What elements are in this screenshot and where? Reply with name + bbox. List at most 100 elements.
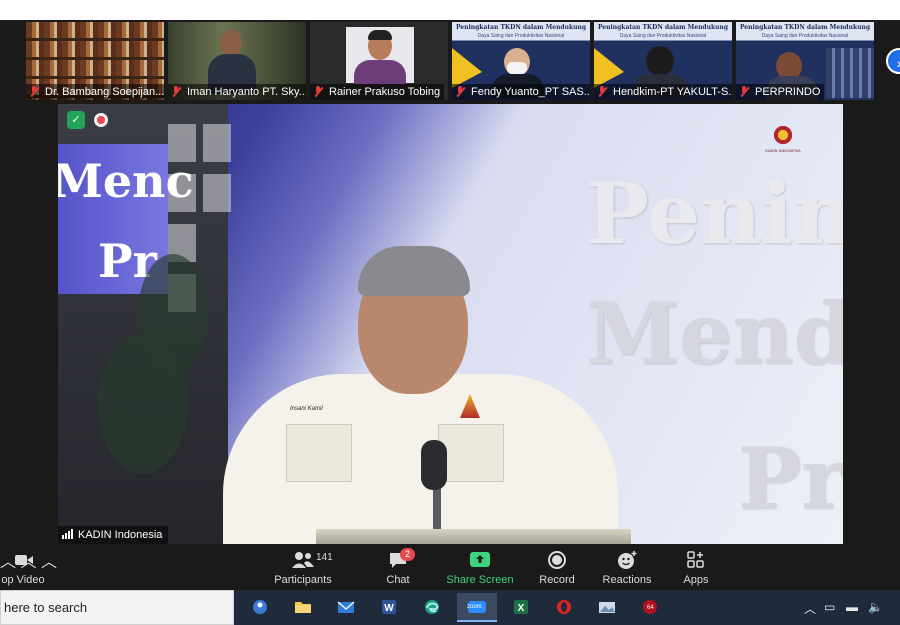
next-page-arrow-icon[interactable]: ›	[886, 48, 900, 74]
search-placeholder: here to search	[4, 600, 88, 615]
system-tray: ︿ ▭ ▬ 🔈	[804, 590, 894, 625]
reactions-button[interactable]: Reactions	[598, 548, 656, 590]
share-screen-icon	[444, 548, 516, 570]
slide-subtitle: Daya Saing dan Produktivitas Nasional	[619, 33, 707, 39]
taskbar-app-opera-gx[interactable]: 64	[632, 593, 668, 622]
apps-button[interactable]: Apps	[676, 548, 716, 590]
slide-title: Peningkatan TKDN dalam Mendukung	[739, 24, 871, 31]
person-head	[646, 46, 674, 76]
tray-chevron-up-icon[interactable]: ︿	[804, 600, 816, 617]
active-speaker-video: Menc Pr Penin Mend Pr KADIN INDONESIA In…	[58, 104, 843, 544]
share-screen-button[interactable]: Share Screen	[444, 548, 516, 590]
participant-name: Rainer Prakuso Tobing	[329, 86, 441, 98]
record-label: Record	[539, 574, 575, 586]
backdrop-text-line: Mend	[586, 284, 843, 383]
slide-title: Peningkatan TKDN dalam Mendukung	[455, 24, 587, 31]
taskbar-app-word[interactable]: W	[371, 593, 407, 622]
speaker-name: KADIN Indonesia	[78, 529, 163, 541]
encryption-shield-icon[interactable]: ✓	[67, 111, 85, 129]
slide-subtitle: Daya Saing dan Produktivitas Nasional	[477, 33, 565, 39]
tray-battery-icon[interactable]: ▬	[846, 600, 858, 614]
wall-panel	[203, 124, 231, 162]
participant-name: Dr. Bambang Soepijan...	[45, 86, 164, 98]
apps-label: Apps	[683, 574, 709, 586]
zoom-meeting-window: Dr. Bambang Soepijan... Iman Haryanto PT…	[0, 20, 900, 590]
podium	[316, 529, 631, 544]
taskbar-app-mail[interactable]	[328, 593, 364, 622]
embroidered-name: Insani Kamil	[290, 406, 323, 412]
participant-name-tag: PERPRINDO	[736, 84, 825, 100]
backdrop-text-line: Pr	[738, 429, 843, 528]
wall-panel	[203, 174, 231, 212]
speaker-name-tag: KADIN Indonesia	[58, 526, 169, 544]
taskbar-app-edge[interactable]	[414, 593, 450, 622]
slide-title: Peningkatan TKDN dalam Mendukung	[597, 24, 729, 31]
screen: Dr. Bambang Soepijan... Iman Haryanto PT…	[0, 0, 900, 625]
participant-name: Hendkim-PT YAKULT-S...	[613, 86, 732, 98]
participant-tile[interactable]: Dr. Bambang Soepijan...	[26, 22, 164, 100]
participant-tile[interactable]: Rainer Prakuso Tobing	[310, 22, 448, 100]
participant-name: Fendy Yuanto_PT SAS...	[471, 86, 590, 98]
windows-taskbar: here to search W zoom X 64 ︿ ▭ ▬ 🔈	[0, 590, 900, 625]
chat-label: Chat	[386, 574, 410, 586]
person-hair	[368, 30, 392, 40]
record-button[interactable]: Record	[534, 548, 580, 590]
muted-mic-icon	[597, 86, 607, 97]
backdrop-text-line: Penin	[586, 164, 843, 263]
participant-tile[interactable]: Peningkatan TKDN dalam Mendukung Daya Sa…	[452, 22, 590, 100]
shirt-pocket	[286, 424, 352, 482]
participants-label: Participants	[274, 574, 332, 586]
participant-name-tag: Rainer Prakuso Tobing	[310, 84, 445, 100]
plant-decoration	[98, 334, 188, 474]
share-screen-label: Share Screen	[446, 574, 514, 586]
stop-video-button[interactable]: op Video	[0, 548, 46, 590]
muted-mic-icon	[29, 86, 39, 97]
reactions-label: Reactions	[602, 574, 652, 586]
participant-name: Iman Haryanto PT. Sky...	[187, 86, 306, 98]
participant-name-tag: Fendy Yuanto_PT SAS...	[452, 84, 590, 100]
muted-mic-icon	[313, 86, 323, 97]
person-head	[220, 30, 242, 56]
muted-mic-icon	[739, 86, 749, 97]
tray-network-icon[interactable]: ▭	[824, 600, 835, 614]
participant-tile[interactable]: Peningkatan TKDN dalam Mendukung Daya Sa…	[594, 22, 732, 100]
taskbar-app-excel[interactable]: X	[503, 593, 539, 622]
slide-subtitle: Daya Saing dan Produktivitas Nasional	[761, 33, 849, 39]
chat-unread-badge: 2	[400, 548, 415, 561]
face-mask	[507, 62, 527, 74]
muted-mic-icon	[171, 86, 181, 97]
logo-caption: KADIN INDONESIA	[765, 148, 801, 153]
taskbar-app-zoom[interactable]: zoom	[457, 593, 497, 622]
participant-tile[interactable]: Peningkatan TKDN dalam Mendukung Daya Sa…	[736, 22, 874, 100]
reactions-smiley-icon	[598, 548, 656, 570]
taskbar-app-file-explorer[interactable]	[285, 593, 321, 622]
kadin-logo: KADIN INDONESIA	[765, 124, 801, 158]
microphone-icon	[421, 440, 447, 490]
signal-strength-icon	[62, 529, 74, 539]
participants-count: 141	[316, 552, 333, 563]
apps-icon	[676, 548, 716, 570]
svg-text:W: W	[384, 603, 394, 614]
person-body	[354, 60, 406, 84]
record-icon	[534, 548, 580, 570]
participant-name-tag: Dr. Bambang Soepijan...	[26, 84, 164, 100]
shirt-pocket	[438, 424, 504, 482]
meeting-toolbar: op Video ︿ Participants 141 ︿ Chat 2 ︿ S…	[0, 548, 900, 590]
kadin-emblem-icon	[771, 124, 795, 146]
stop-video-label: op Video	[1, 574, 45, 586]
muted-mic-icon	[455, 86, 465, 97]
taskbar-app-photos[interactable]	[589, 593, 625, 622]
taskbar-app-contacts[interactable]	[242, 593, 278, 622]
recording-indicator-icon	[94, 113, 108, 127]
video-camera-icon	[0, 548, 46, 570]
opera-badge-count: 64	[647, 605, 654, 611]
taskbar-search-box[interactable]: here to search	[0, 590, 234, 625]
office-window	[826, 48, 874, 98]
participant-name-tag: Hendkim-PT YAKULT-S...	[594, 84, 732, 100]
zoom-icon-label: zoom	[467, 604, 482, 610]
taskbar-app-opera[interactable]	[546, 593, 582, 622]
participant-tile[interactable]: Iman Haryanto PT. Sky...	[168, 22, 306, 100]
tray-volume-icon[interactable]: 🔈	[868, 600, 883, 614]
participant-name-tag: Iman Haryanto PT. Sky...	[168, 84, 306, 100]
participant-name: PERPRINDO	[755, 86, 821, 98]
